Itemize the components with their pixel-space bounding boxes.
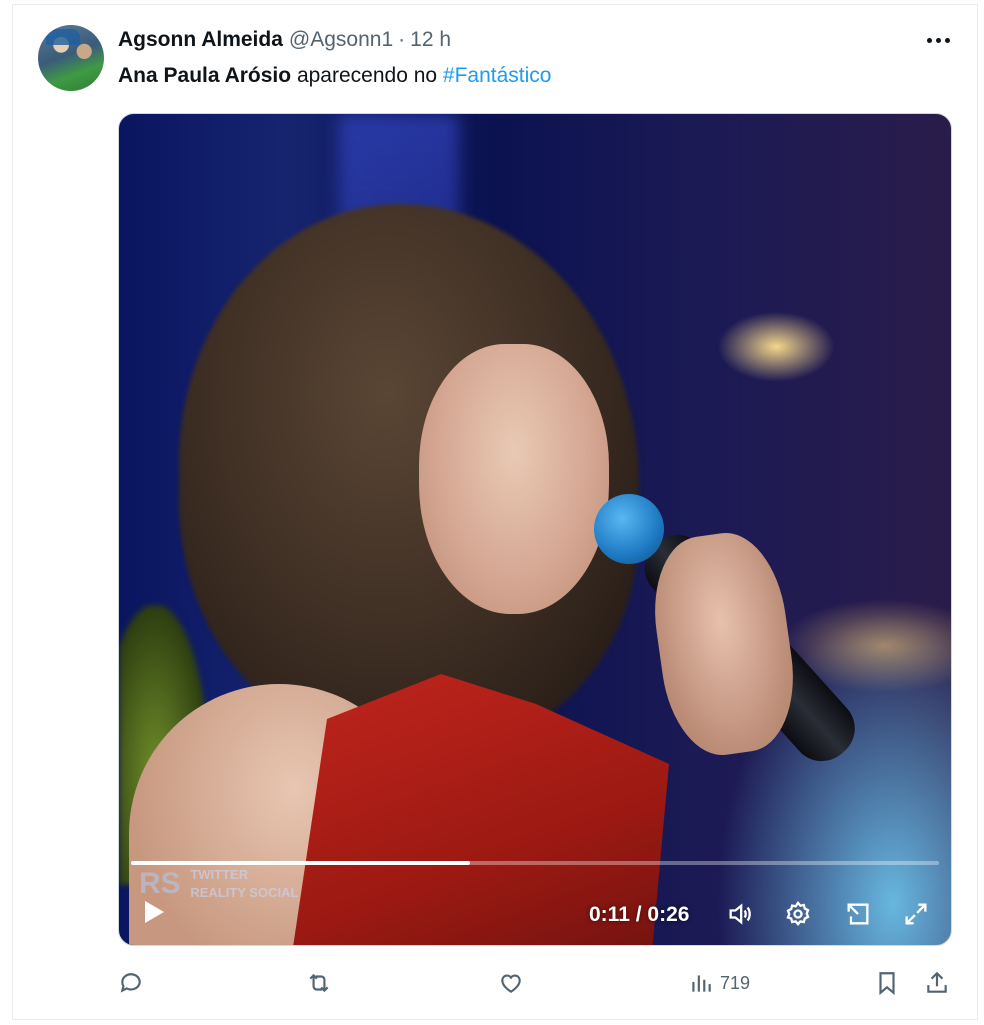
microphone-head: [594, 494, 664, 564]
share-icon: [927, 971, 947, 993]
tweet-text-plain: aparecendo no: [291, 64, 443, 87]
tweet-text-bold: Ana Paula Arósio: [118, 64, 292, 87]
like-button[interactable]: [498, 965, 524, 1001]
fullscreen-icon: [905, 903, 927, 925]
retweet-button[interactable]: [306, 965, 332, 1001]
tweet-header: Agsonn Almeida @Agsonn1 · 12 h: [118, 28, 451, 54]
fullscreen-button[interactable]: [899, 897, 933, 931]
video-duration: 0:26: [647, 903, 690, 926]
reply-button[interactable]: [118, 965, 144, 1001]
video-controls: 0:11 / 0:26: [119, 845, 951, 945]
tweet-timestamp[interactable]: 12 h: [410, 28, 451, 52]
tweet-text: Ana Paula Arósio aparecendo no #Fantásti…: [118, 64, 551, 88]
video-settings-button[interactable]: [781, 897, 815, 931]
hashtag-link[interactable]: #Fantástico: [443, 64, 552, 87]
bookmark-button[interactable]: [874, 965, 900, 1001]
video-player[interactable]: RS TWITTER REALITY SOCIAL 0:11 / 0:26: [118, 113, 952, 946]
video-progress-bar[interactable]: [131, 861, 939, 865]
video-current-time: 0:11: [589, 903, 630, 926]
volume-icon: [729, 903, 751, 925]
retweet-icon: [309, 973, 329, 993]
video-time-separator: /: [629, 903, 648, 926]
avatar[interactable]: [38, 25, 104, 91]
video-progress-fill: [131, 861, 471, 865]
author-display-name[interactable]: Agsonn Almeida: [118, 28, 283, 52]
singer-face: [419, 344, 609, 614]
tweet-action-bar: 719: [118, 965, 958, 1005]
views-button[interactable]: 719: [688, 965, 750, 1001]
heart-icon: [501, 974, 521, 993]
views-count: 719: [720, 972, 751, 993]
more-options-button[interactable]: [920, 28, 956, 52]
picture-in-picture-button[interactable]: [841, 897, 875, 931]
volume-button[interactable]: [723, 897, 757, 931]
picture-in-picture-icon: [847, 903, 869, 925]
video-time-readout: 0:11 / 0:26: [589, 903, 689, 927]
share-button[interactable]: [924, 965, 950, 1001]
play-button[interactable]: [141, 897, 167, 927]
bookmark-icon: [879, 972, 895, 996]
author-handle[interactable]: @Agsonn1: [289, 28, 393, 52]
analytics-icon: [692, 975, 711, 992]
singer-hand: [644, 526, 804, 762]
more-horizontal-icon: [926, 37, 932, 43]
reply-icon: [120, 973, 141, 993]
gear-icon: [786, 900, 810, 926]
header-separator: ·: [398, 28, 406, 51]
